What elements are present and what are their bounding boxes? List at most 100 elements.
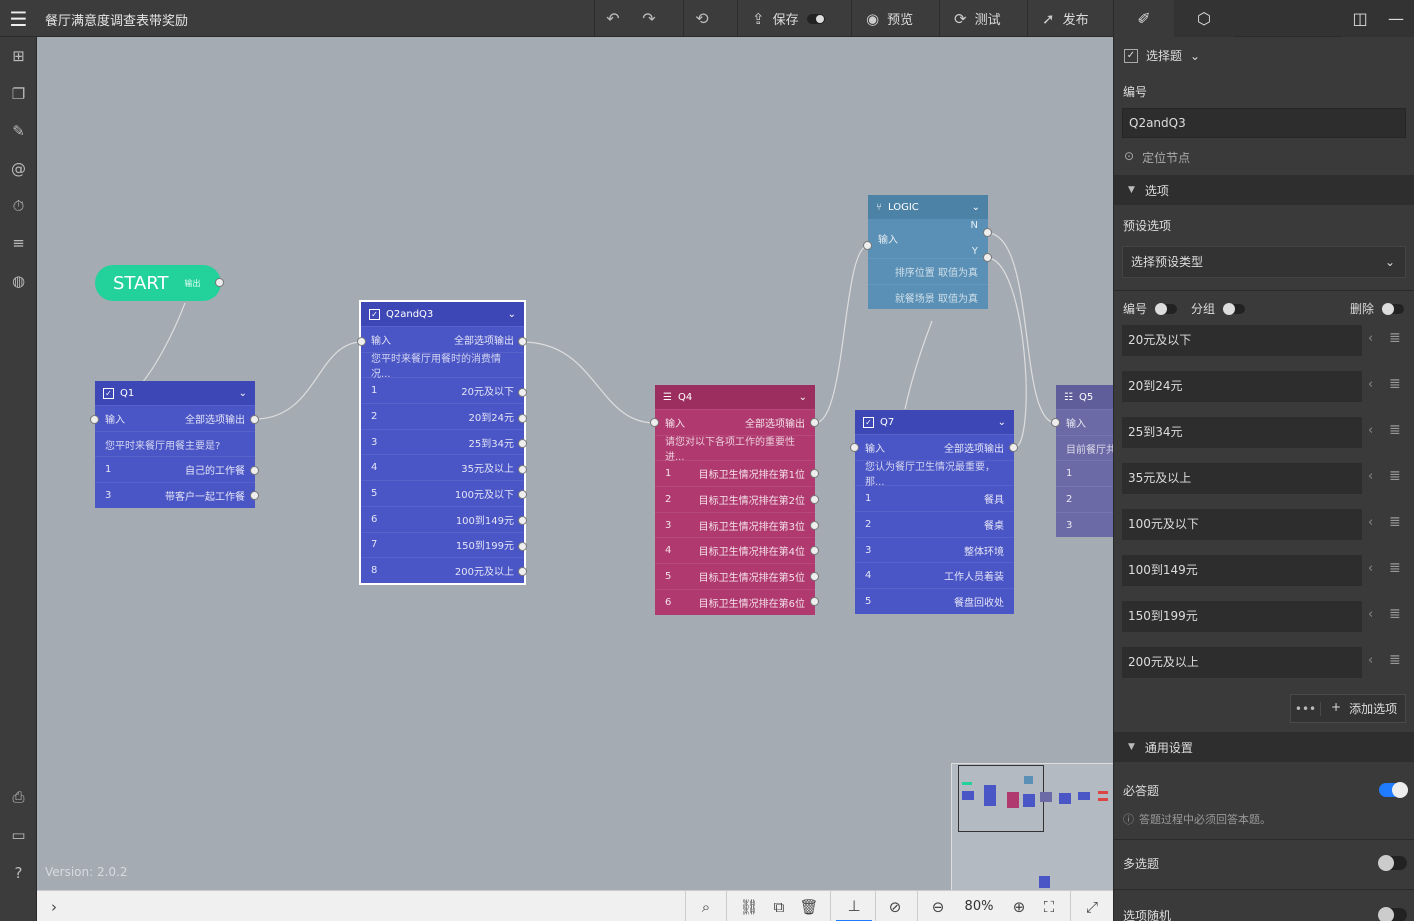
drag-handle-icon[interactable]: ≣ xyxy=(1389,330,1401,346)
chevron-left-icon[interactable]: ‹ xyxy=(1368,377,1373,392)
node-logic[interactable]: ⑂ LOGIC ⌄ N 输入 Y 排序位置 取值为真 就餐场景 取值为真 xyxy=(868,195,988,310)
number-toggle[interactable] xyxy=(1155,302,1178,315)
revert-icon[interactable]: ⟲ xyxy=(684,0,720,37)
q1-output-port[interactable] xyxy=(250,415,259,424)
q4-option-port[interactable] xyxy=(810,469,819,478)
redo-icon[interactable]: ↷ xyxy=(631,0,667,37)
drag-handle-icon[interactable]: ≣ xyxy=(1389,376,1401,392)
chevron-left-icon[interactable]: ‹ xyxy=(1368,423,1373,438)
tab-style-brush-icon[interactable]: ✐ xyxy=(1114,0,1174,37)
q4-option-port[interactable] xyxy=(810,572,819,581)
q2-option-port[interactable] xyxy=(518,516,527,525)
options-section-header[interactable]: ▼ 选项 xyxy=(1114,175,1414,205)
preset-select[interactable]: 选择预设类型 ⌄ xyxy=(1122,246,1406,278)
flow-canvas[interactable]: START 输出 ✓ Q1 ⌄ 输入 全部选项输出 您平时来餐厅用餐主要是? 1… xyxy=(37,37,1113,890)
q4-option-port[interactable] xyxy=(810,546,819,555)
option-value-input[interactable]: 20元及以下 xyxy=(1122,325,1362,356)
chevron-left-icon[interactable]: ‹ xyxy=(1368,561,1373,576)
publish-button[interactable]: ➚ 发布 xyxy=(1028,0,1103,37)
q2-option-port[interactable] xyxy=(518,567,527,576)
q7-output-port[interactable] xyxy=(1009,443,1018,452)
q2-output-port[interactable] xyxy=(518,337,527,346)
required-toggle[interactable] xyxy=(1379,782,1408,798)
q4-option-port[interactable] xyxy=(810,597,819,606)
fullscreen-icon[interactable]: ⤢ xyxy=(1077,891,1107,921)
zoom-in-icon[interactable]: ⊕ xyxy=(1004,891,1034,921)
option-value-input[interactable]: 150到199元 xyxy=(1122,601,1362,632)
undo-icon[interactable]: ↶ xyxy=(595,0,631,37)
option-value-input[interactable]: 25到34元 xyxy=(1122,417,1362,448)
q1-option-port[interactable] xyxy=(250,491,259,500)
save-button[interactable]: ⇪ 保存 xyxy=(738,0,839,37)
grid-icon[interactable]: ⊞ xyxy=(0,45,37,67)
option-value-input[interactable]: 35元及以上 xyxy=(1122,463,1362,494)
chevron-down-icon[interactable]: ⌄ xyxy=(799,392,807,403)
align-icon[interactable]: ⊥ xyxy=(836,891,872,921)
palette-icon[interactable]: ◍ xyxy=(0,270,37,292)
minimap[interactable] xyxy=(951,763,1113,890)
q4-input-port[interactable] xyxy=(650,418,659,427)
help-icon[interactable]: ? xyxy=(0,862,37,884)
more-icon[interactable]: ••• xyxy=(1291,701,1321,716)
layers-icon[interactable]: ❐ xyxy=(0,83,37,105)
drag-handle-icon[interactable]: ≣ xyxy=(1389,468,1401,484)
add-option-button[interactable]: + 添加选项 xyxy=(1321,700,1397,717)
chevron-down-icon[interactable]: ⌄ xyxy=(239,388,247,399)
q4-option-port[interactable] xyxy=(810,521,819,530)
node-q4[interactable]: ☰ Q4 ⌄ 输入 全部选项输出 请您对以下各项工作的重要性进... 1 目标卫生… xyxy=(655,385,815,615)
chevron-down-icon[interactable]: ⌄ xyxy=(508,309,516,320)
q4-option-port[interactable] xyxy=(810,495,819,504)
chevron-right-icon[interactable]: › xyxy=(39,891,69,921)
start-node[interactable]: START 输出 xyxy=(95,265,221,301)
chevron-left-icon[interactable]: ‹ xyxy=(1368,331,1373,346)
node-q2andq3[interactable]: ✓ Q2andQ3 ⌄ 输入 全部选项输出 您平时来餐厅用餐时的消费情况... … xyxy=(359,300,526,585)
test-button[interactable]: ⟳ 测试 xyxy=(940,0,1015,37)
logic-y-port[interactable] xyxy=(983,253,992,262)
text-lines-icon[interactable]: ≡ xyxy=(0,232,37,254)
printer-icon[interactable]: ⎙ xyxy=(0,786,37,808)
minimize-icon[interactable]: — xyxy=(1378,0,1414,37)
locate-node-button[interactable]: ⊙ 定位节点 xyxy=(1124,149,1190,166)
logic-input-port[interactable] xyxy=(863,241,872,250)
q2-option-port[interactable] xyxy=(518,465,527,474)
q7-input-port[interactable] xyxy=(850,443,859,452)
random-toggle[interactable] xyxy=(1378,907,1407,921)
chevron-down-icon[interactable]: ⌄ xyxy=(972,202,980,213)
panel-layout-icon[interactable]: ◫ xyxy=(1342,0,1378,37)
question-type-selector[interactable]: ✓ 选择题 ⌄ xyxy=(1124,47,1200,64)
fit-screen-icon[interactable]: ⛶ xyxy=(1034,891,1064,921)
multi-select-toggle[interactable] xyxy=(1378,855,1407,871)
option-value-input[interactable]: 100元及以下 xyxy=(1122,509,1362,540)
chevron-left-icon[interactable]: ‹ xyxy=(1368,653,1373,668)
drag-handle-icon[interactable]: ≣ xyxy=(1389,560,1401,576)
node-q5[interactable]: ☷ Q5 输入 目前餐厅共 1 2 3 xyxy=(1056,385,1113,538)
node-q1[interactable]: ✓ Q1 ⌄ 输入 全部选项输出 您平时来餐厅用餐主要是? 1 自己的工作餐 3… xyxy=(95,381,255,508)
drag-handle-icon[interactable]: ≣ xyxy=(1389,422,1401,438)
general-section-header[interactable]: ▼ 通用设置 xyxy=(1114,732,1414,762)
zoom-out-icon[interactable]: ⊖ xyxy=(923,891,953,921)
option-value-input[interactable]: 100到149元 xyxy=(1122,555,1362,586)
link-icon[interactable]: ⛓ xyxy=(734,891,764,921)
delete-toggle[interactable] xyxy=(1382,302,1405,315)
q2-option-port[interactable] xyxy=(518,388,527,397)
trash-icon[interactable]: 🗑 xyxy=(794,891,824,921)
q2-option-port[interactable] xyxy=(518,414,527,423)
q2-input-port[interactable] xyxy=(357,337,366,346)
q1-option-port[interactable] xyxy=(250,466,259,475)
option-value-input[interactable]: 20到24元 xyxy=(1122,371,1362,402)
drag-handle-icon[interactable]: ≣ xyxy=(1389,652,1401,668)
option-value-input[interactable]: 200元及以上 xyxy=(1122,647,1362,678)
drag-handle-icon[interactable]: ≣ xyxy=(1389,606,1401,622)
q5-input-port[interactable] xyxy=(1051,418,1060,427)
drag-handle-icon[interactable]: ≣ xyxy=(1389,514,1401,530)
q1-input-port[interactable] xyxy=(90,415,99,424)
hide-icon[interactable]: ⊘ xyxy=(880,891,910,921)
hamburger-menu-icon[interactable]: ☰ xyxy=(0,0,37,37)
logic-n-port[interactable] xyxy=(983,228,992,237)
search-icon[interactable]: ⌕ xyxy=(691,891,721,921)
start-output-port[interactable] xyxy=(215,278,224,287)
q2-option-port[interactable] xyxy=(518,490,527,499)
group-toggle[interactable] xyxy=(1223,302,1246,315)
tab-cube-icon[interactable]: ⬡ xyxy=(1174,0,1234,37)
preview-button[interactable]: ◉ 预览 xyxy=(852,0,927,37)
